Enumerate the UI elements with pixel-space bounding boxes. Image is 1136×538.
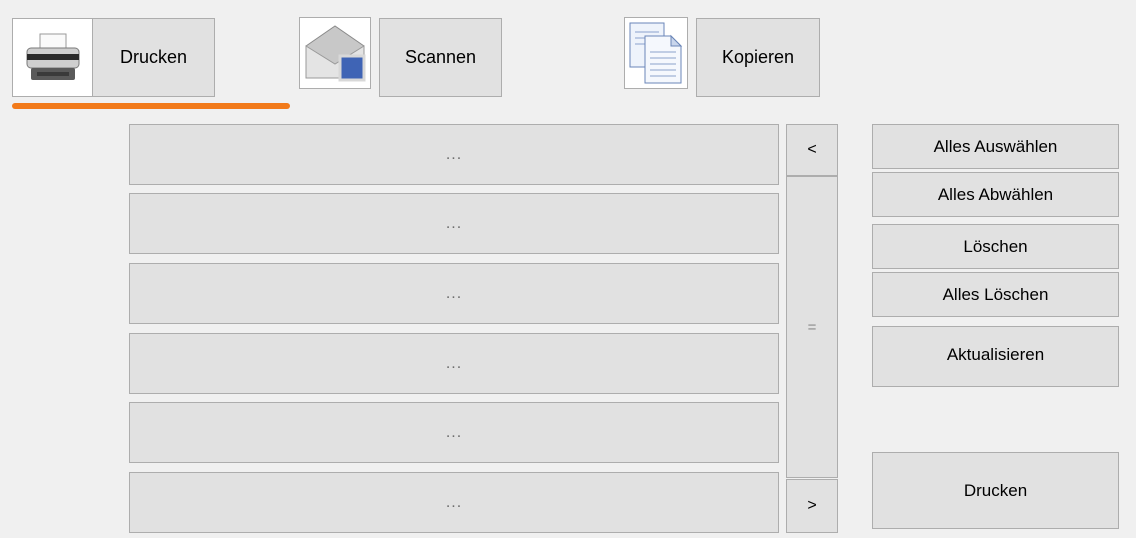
copy-icon-box[interactable] — [624, 17, 688, 89]
scrollbar-track[interactable]: = — [786, 176, 838, 478]
list-item[interactable]: ... — [129, 124, 779, 185]
printer-icon-box[interactable] — [12, 18, 93, 97]
scan-icon-box[interactable] — [299, 17, 371, 89]
printer-icon — [26, 33, 79, 80]
list-item[interactable]: ... — [129, 472, 779, 533]
documents-copy-icon — [629, 22, 683, 84]
select-all-button[interactable]: Alles Auswählen — [872, 124, 1119, 169]
list-item[interactable]: ... — [129, 402, 779, 463]
print-button[interactable]: Drucken — [872, 452, 1119, 529]
active-tab-indicator — [12, 103, 290, 109]
list-item[interactable]: ... — [129, 193, 779, 254]
scroll-prev-button[interactable]: < — [786, 124, 838, 176]
tab-scannen[interactable]: Scannen — [379, 18, 502, 97]
delete-all-button[interactable]: Alles Löschen — [872, 272, 1119, 317]
deselect-all-button[interactable]: Alles Abwählen — [872, 172, 1119, 217]
tab-drucken[interactable]: Drucken — [92, 18, 215, 97]
delete-button[interactable]: Löschen — [872, 224, 1119, 269]
scroll-next-button[interactable]: > — [786, 479, 838, 533]
tab-kopieren[interactable]: Kopieren — [696, 18, 820, 97]
envelope-scan-icon — [305, 25, 366, 82]
list-item[interactable]: ... — [129, 263, 779, 324]
scroll-handle-grip[interactable]: = — [808, 319, 817, 336]
list-item[interactable]: ... — [129, 333, 779, 394]
refresh-button[interactable]: Aktualisieren — [872, 326, 1119, 387]
